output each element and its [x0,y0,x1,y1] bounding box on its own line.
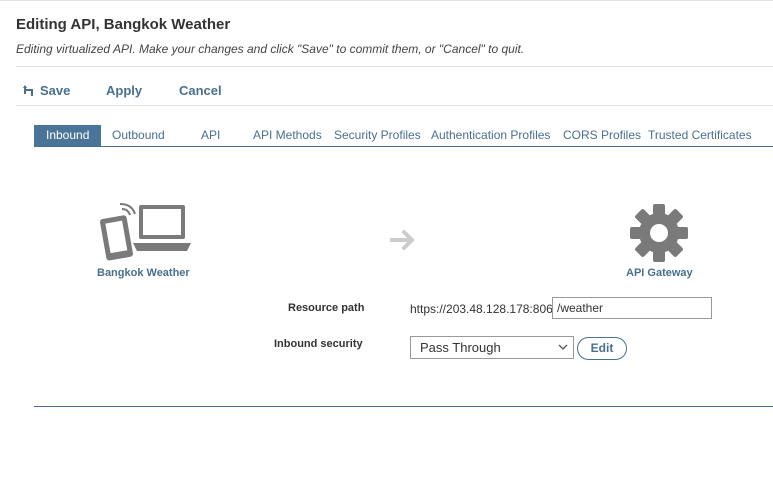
page-title: Editing API, Bangkok Weather [16,16,231,33]
devices-icon [100,203,191,261]
divider [16,66,773,67]
edit-security-button[interactable]: Edit [577,337,627,360]
tab-security-profiles[interactable]: Security Profiles [334,125,421,146]
tab-authentication-profiles[interactable]: Authentication Profiles [431,125,550,146]
inbound-security-select[interactable]: Pass Through [410,336,574,359]
tab-trusted-certificates[interactable]: Trusted Certificates [648,125,752,146]
tab-api-methods[interactable]: API Methods [253,125,322,146]
save-label: Save [40,83,71,98]
chevron-down-icon [558,344,568,350]
tab-bar: Inbound Outbound API API Methods Securit… [34,125,773,147]
gateway-label: API Gateway [626,267,693,279]
tab-api[interactable]: API [201,125,220,146]
tab-outbound[interactable]: Outbound [112,125,165,146]
gear-icon [630,204,688,262]
base-url: https://203.48.128.178:8065 [410,302,560,316]
top-border [0,0,773,1]
undo-arrow-icon [23,84,33,96]
cancel-button[interactable]: Cancel [179,83,222,98]
section-divider [34,406,773,407]
page-subtitle: Editing virtualized API. Make your chang… [16,42,525,56]
inbound-security-label: Inbound security [274,338,363,350]
tab-inbound[interactable]: Inbound [34,125,102,146]
divider [16,105,773,106]
tab-cors-profiles[interactable]: CORS Profiles [563,125,641,146]
arrow-right-icon [390,230,414,250]
inbound-security-value: Pass Through [420,340,501,355]
apply-button[interactable]: Apply [106,83,142,98]
resource-path-input[interactable] [552,297,712,319]
save-button[interactable]: Save [23,83,70,98]
resource-path-label: Resource path [288,302,365,314]
client-label: Bangkok Weather [97,267,190,279]
